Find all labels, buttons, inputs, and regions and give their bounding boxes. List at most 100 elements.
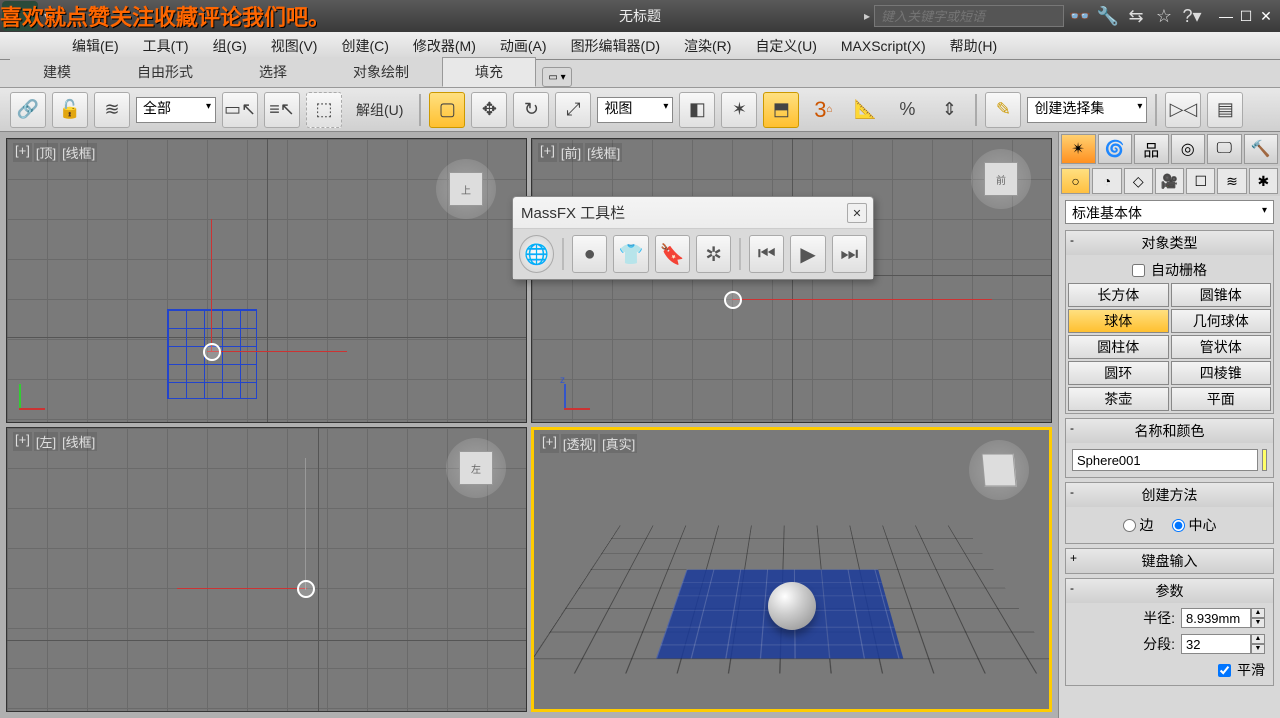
modify-tab[interactable]: 🌀: [1098, 134, 1133, 164]
spacewarps-subtab[interactable]: ≋: [1217, 168, 1246, 194]
favorite-icon[interactable]: ☆: [1152, 4, 1176, 28]
ribbon-expand[interactable]: ▭ ▾: [542, 67, 572, 87]
vp-plus[interactable]: [+]: [13, 143, 32, 162]
menu-customize[interactable]: 自定义(U): [743, 32, 828, 60]
vp-name[interactable]: [左]: [34, 432, 58, 451]
use-center-button[interactable]: ◧: [679, 92, 715, 128]
reset-sim-button[interactable]: ⏮: [749, 235, 784, 273]
rotate-button[interactable]: ↻: [513, 92, 549, 128]
manipulate-button[interactable]: ✶: [721, 92, 757, 128]
vp-shading[interactable]: [线框]: [585, 143, 622, 162]
keyboard-shortcut-button[interactable]: ⬒: [763, 92, 799, 128]
vp-name[interactable]: [透视]: [561, 434, 598, 453]
rollout-header-method[interactable]: -创建方法: [1066, 483, 1273, 507]
edit-selection-set-button[interactable]: ✎: [985, 92, 1021, 128]
geometry-subtab[interactable]: ○: [1061, 168, 1090, 194]
vp-shading[interactable]: [线框]: [60, 143, 97, 162]
rollout-header-name[interactable]: -名称和颜色: [1066, 419, 1273, 443]
world-params-button[interactable]: 🌐: [519, 235, 554, 273]
view-cube-face[interactable]: 左: [459, 451, 493, 485]
selection-region-button[interactable]: ⬚: [306, 92, 342, 128]
radio-edge[interactable]: 边: [1123, 515, 1154, 535]
menu-edit[interactable]: 编辑(E): [60, 32, 131, 60]
ragdoll-button[interactable]: ✲: [696, 235, 731, 273]
viewport-label[interactable]: [+] [左] [线框]: [13, 432, 97, 451]
vp-name[interactable]: [前]: [559, 143, 583, 162]
select-button[interactable]: ▢: [429, 92, 465, 128]
smooth-checkbox[interactable]: [1218, 664, 1231, 677]
rollout-header-params[interactable]: -参数: [1066, 579, 1273, 603]
vp-plus[interactable]: [+]: [540, 434, 559, 453]
vp-name[interactable]: [顶]: [34, 143, 58, 162]
radius-spinner[interactable]: ▲▼: [1181, 608, 1265, 628]
angle-snap-button[interactable]: 📐: [847, 92, 883, 128]
view-cube[interactable]: [969, 440, 1029, 500]
mirror-button[interactable]: ▷◁: [1165, 92, 1201, 128]
spinner-snap-button[interactable]: ⇕: [931, 92, 967, 128]
menu-help[interactable]: 帮助(H): [938, 32, 1009, 60]
obj-box[interactable]: 长方体: [1068, 283, 1169, 307]
tab-populate[interactable]: 填充: [442, 57, 536, 87]
view-cube-face[interactable]: [982, 454, 1017, 487]
minimize-button[interactable]: —: [1216, 7, 1236, 25]
viewport-front[interactable]: [+] [前] [线框] 前 z: [531, 138, 1052, 423]
step-sim-button[interactable]: ⏭: [832, 235, 867, 273]
menu-graph-editors[interactable]: 图形编辑器(D): [559, 32, 672, 60]
obj-plane[interactable]: 平面: [1171, 387, 1272, 411]
rollout-header-object-type[interactable]: -对象类型: [1066, 231, 1273, 255]
selection-filter-dropdown[interactable]: 全部: [136, 97, 216, 123]
rigid-body-button[interactable]: ●: [572, 235, 607, 273]
move-button[interactable]: ✥: [471, 92, 507, 128]
help-search-input[interactable]: [874, 5, 1064, 27]
close-button[interactable]: ✕: [1256, 7, 1276, 25]
tab-selection[interactable]: 选择: [226, 57, 320, 87]
lights-subtab[interactable]: ◇: [1124, 168, 1153, 194]
sphere-object[interactable]: [768, 582, 816, 630]
tab-modeling[interactable]: 建模: [10, 57, 104, 87]
object-color-swatch[interactable]: [1262, 449, 1267, 471]
menu-animation[interactable]: 动画(A): [488, 32, 559, 60]
pivot-gizmo[interactable]: [724, 291, 742, 309]
menu-group[interactable]: 组(G): [201, 32, 259, 60]
obj-pyramid[interactable]: 四棱锥: [1171, 361, 1272, 385]
radio-center[interactable]: 中心: [1172, 515, 1217, 535]
view-cube[interactable]: 前: [971, 149, 1031, 209]
helpers-subtab[interactable]: ☐: [1186, 168, 1215, 194]
view-cube[interactable]: 左: [446, 438, 506, 498]
autogrid-checkbox[interactable]: [1132, 264, 1145, 277]
massfx-toolbar-window[interactable]: MassFX 工具栏 ✕ 🌐 ● 👕 🔖 ✲ ⏮ ▶ ⏭: [512, 196, 874, 280]
viewport-label[interactable]: [+] [前] [线框]: [538, 143, 622, 162]
scale-button[interactable]: ⤢: [555, 92, 591, 128]
menu-rendering[interactable]: 渲染(R): [672, 32, 743, 60]
ungroup-button[interactable]: 解组(U): [348, 96, 411, 124]
spin-down-icon[interactable]: ▼: [1251, 618, 1265, 628]
ref-coord-dropdown[interactable]: 视图: [597, 97, 673, 123]
menu-tools[interactable]: 工具(T): [131, 32, 201, 60]
viewport-label[interactable]: [+] [透视] [真实]: [540, 434, 637, 453]
obj-torus[interactable]: 圆环: [1068, 361, 1169, 385]
maximize-button[interactable]: ☐: [1236, 7, 1256, 25]
snap-toggle-3[interactable]: 3⌂: [805, 92, 841, 128]
menu-create[interactable]: 创建(C): [329, 32, 400, 60]
pivot-gizmo[interactable]: [297, 580, 315, 598]
binocular-icon[interactable]: 👓: [1068, 4, 1092, 28]
massfx-close-button[interactable]: ✕: [847, 203, 867, 223]
spin-down-icon[interactable]: ▼: [1251, 644, 1265, 654]
menu-modifiers[interactable]: 修改器(M): [401, 32, 488, 60]
viewport-label[interactable]: [+] [顶] [线框]: [13, 143, 97, 162]
percent-snap-button[interactable]: %: [889, 92, 925, 128]
spin-up-icon[interactable]: ▲: [1251, 634, 1265, 644]
bind-spacewarp-button[interactable]: ≋: [94, 92, 130, 128]
pivot-gizmo[interactable]: [203, 343, 221, 361]
systems-subtab[interactable]: ✱: [1249, 168, 1278, 194]
display-tab[interactable]: 🖵: [1207, 134, 1242, 164]
view-cube-face[interactable]: 前: [984, 162, 1018, 196]
viewport-perspective[interactable]: [+] [透视] [真实]: [531, 427, 1052, 712]
menu-views[interactable]: 视图(V): [259, 32, 330, 60]
spin-up-icon[interactable]: ▲: [1251, 608, 1265, 618]
viewport-left[interactable]: [+] [左] [线框] 左: [6, 427, 527, 712]
hierarchy-tab[interactable]: 品: [1134, 134, 1169, 164]
segments-spinner[interactable]: ▲▼: [1181, 634, 1265, 654]
vp-shading[interactable]: [真实]: [600, 434, 637, 453]
help-icon[interactable]: ?▾: [1180, 4, 1204, 28]
